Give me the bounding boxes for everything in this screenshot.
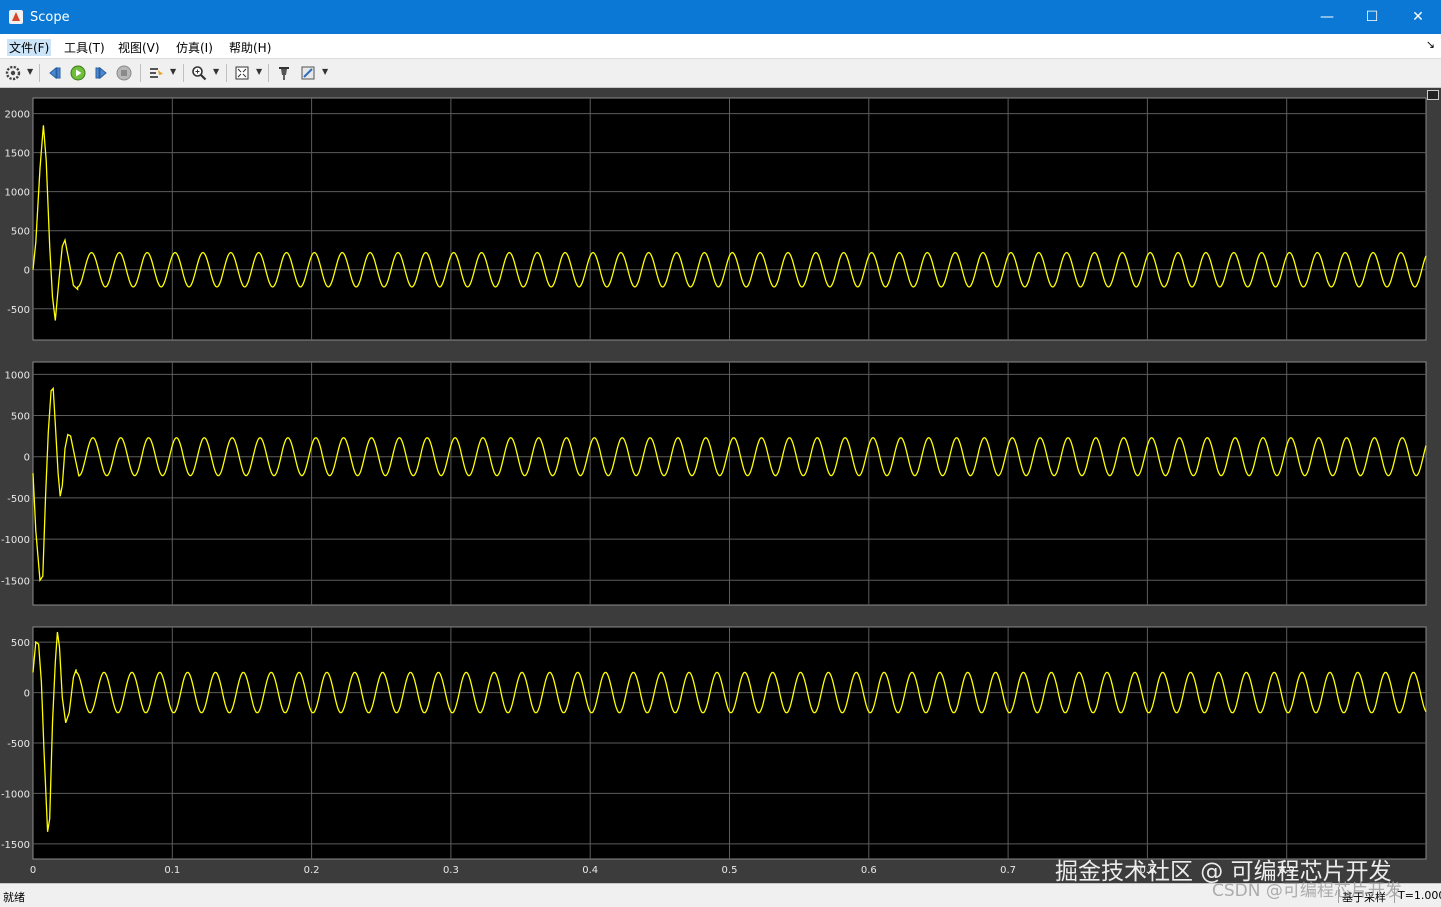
maximize-button[interactable]: ☐ (1349, 0, 1395, 34)
highlight-dropdown-icon[interactable]: ▼ (170, 67, 176, 76)
menu-simulation[interactable]: 仿真(I) (176, 39, 213, 56)
y-tick-label: 500 (11, 412, 30, 423)
settings-icon[interactable] (5, 65, 21, 81)
toolbar-separator (140, 64, 141, 82)
x-tick-label: 0.1 (164, 865, 180, 876)
y-tick-label: -500 (7, 305, 30, 316)
y-tick-label: -500 (7, 739, 30, 750)
y-tick-label: -1000 (1, 789, 30, 800)
menu-file[interactable]: 文件(F) (7, 39, 52, 56)
y-tick-label: -1500 (1, 840, 30, 851)
menu-help[interactable]: 帮助(H) (229, 39, 271, 56)
x-tick-label: 0.6 (861, 865, 877, 876)
y-tick-label: -1000 (1, 535, 30, 546)
toolbar-separator (268, 64, 269, 82)
stop-icon[interactable] (116, 65, 132, 81)
autoscale-dropdown-icon[interactable]: ▼ (256, 67, 262, 76)
y-tick-label: 0 (24, 453, 30, 464)
pin-icon[interactable] (276, 65, 292, 81)
y-tick-label: 1000 (5, 370, 30, 381)
undock-icon[interactable] (1427, 90, 1439, 100)
close-button[interactable]: ✕ (1395, 0, 1441, 34)
title-bar: Scope — ☐ ✕ (0, 0, 1441, 34)
menu-bar: 文件(F) 工具(T) 视图(V) 仿真(I) 帮助(H) ↘ (0, 34, 1441, 59)
y-tick-label: 0 (24, 689, 30, 700)
y-tick-label: 2000 (5, 110, 30, 121)
style-icon[interactable] (300, 65, 316, 81)
run-icon[interactable] (70, 65, 86, 81)
watermark-csdn: CSDN @可编程芯片开发 (1212, 881, 1402, 901)
y-tick-label: 1000 (5, 188, 30, 199)
x-tick-label: 0.3 (443, 865, 459, 876)
y-tick-label: -1500 (1, 576, 30, 587)
toolbar-separator (183, 64, 184, 82)
style-dropdown-icon[interactable]: ▼ (322, 67, 328, 76)
autoscale-icon[interactable] (234, 65, 250, 81)
zoom-dropdown-icon[interactable]: ▼ (213, 67, 219, 76)
window-title: Scope (30, 10, 70, 25)
status-ready: 就绪 (3, 891, 25, 904)
toolbar-separator (226, 64, 227, 82)
settings-dropdown-icon[interactable]: ▼ (27, 67, 33, 76)
scope-plot-area: 2000 1500 1000 500 0 -500 1000 500 0 -500 -1000 -15… (0, 88, 1441, 883)
dock-arrow-icon[interactable]: ↘ (1426, 38, 1435, 51)
zoom-icon[interactable] (191, 65, 207, 81)
scope-axes[interactable]: 2000 1500 1000 500 0 -500 1000 500 0 -500 -1000 -15… (0, 88, 1441, 883)
menu-tools[interactable]: 工具(T) (64, 39, 105, 56)
y-tick-label: 500 (11, 227, 30, 238)
status-time: T=1.000 (1398, 889, 1441, 902)
x-tick-label: 0.5 (722, 865, 738, 876)
minimize-button[interactable]: — (1304, 0, 1350, 34)
toolbar: ▼ ▼ ▼ ▼ ▼ (0, 59, 1441, 88)
x-tick-label: 0.4 (582, 865, 598, 876)
x-tick-label: 0 (30, 865, 36, 876)
menu-view[interactable]: 视图(V) (118, 39, 160, 56)
x-tick-label: 0.7 (1000, 865, 1016, 876)
matlab-icon (9, 10, 23, 24)
toolbar-separator (39, 64, 40, 82)
x-tick-label: 0.2 (304, 865, 320, 876)
y-tick-label: 0 (24, 266, 30, 277)
y-tick-label: 500 (11, 638, 30, 649)
step-back-icon[interactable] (47, 65, 63, 81)
y-tick-label: 1500 (5, 149, 30, 160)
highlight-icon[interactable] (148, 65, 164, 81)
step-forward-icon[interactable] (93, 65, 109, 81)
y-tick-label: -500 (7, 494, 30, 505)
